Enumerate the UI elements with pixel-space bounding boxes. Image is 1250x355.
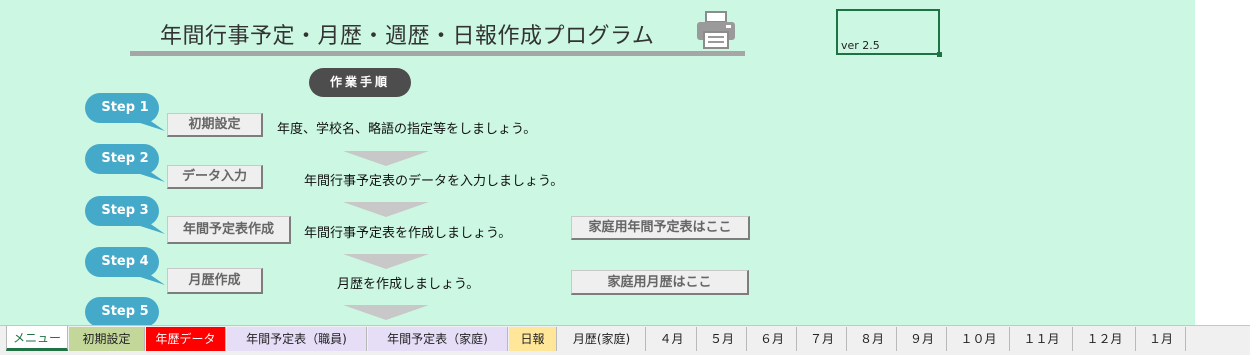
tab-november[interactable]: １１月 — [1011, 327, 1073, 351]
tab-menu[interactable]: メニュー — [6, 326, 68, 351]
step-3-description: 年間行事予定表を作成しましょう。 — [304, 226, 512, 241]
create-annual-schedule-button[interactable]: 年間予定表作成 — [167, 216, 291, 244]
page-title: 年間行事予定・月歴・週歴・日報作成プログラム — [160, 24, 655, 49]
step-1-label: Step 1 — [101, 100, 149, 115]
step-2-bubble: Step 2 — [85, 144, 165, 182]
sheet-tab-bar: メニュー 初期設定 年歴データ 年間予定表（職員) 年間予定表（家庭) 日報 月… — [0, 325, 1250, 355]
step-2-description: 年間行事予定表のデータを入力しましょう。 — [304, 174, 564, 189]
tab-initial-settings[interactable]: 初期設定 — [69, 327, 145, 351]
cell-fill-handle[interactable] — [937, 52, 942, 57]
home-monthly-calendar-button[interactable]: 家庭用月歴はここ — [571, 270, 749, 295]
initial-settings-button[interactable]: 初期設定 — [167, 113, 263, 137]
title-underline — [130, 51, 745, 56]
tab-july[interactable]: ７月 — [798, 327, 847, 351]
tab-december[interactable]: １２月 — [1074, 327, 1136, 351]
create-monthly-calendar-button[interactable]: 月歴作成 — [167, 268, 263, 294]
tab-annual-schedule-staff[interactable]: 年間予定表（職員) — [227, 327, 367, 351]
step-3-bubble: Step 3 — [85, 196, 165, 234]
home-annual-schedule-button[interactable]: 家庭用年間予定表はここ — [571, 216, 750, 240]
step-5-label: Step 5 — [101, 304, 149, 319]
tab-january[interactable]: １月 — [1137, 327, 1186, 351]
printer-icon[interactable] — [693, 10, 739, 50]
step-3-label: Step 3 — [101, 203, 149, 218]
tab-monthly-home[interactable]: 月歴(家庭) — [558, 327, 646, 351]
tab-april[interactable]: ４月 — [647, 327, 697, 351]
step-5-bubble: Step 5 — [85, 297, 165, 325]
procedure-heading: 作業手順 — [309, 68, 411, 97]
version-label: ver 2.5 — [841, 39, 880, 52]
tab-june[interactable]: ６月 — [748, 327, 797, 351]
step-arrow-1 — [343, 151, 429, 166]
tab-may[interactable]: ５月 — [698, 327, 747, 351]
step-arrow-2 — [343, 202, 429, 217]
tab-august[interactable]: ８月 — [848, 327, 897, 351]
tab-daily-report[interactable]: 日報 — [509, 327, 557, 351]
step-4-bubble: Step 4 — [85, 247, 165, 285]
menu-sheet: 年間行事予定・月歴・週歴・日報作成プログラム ver 2.5 作業手順 Step… — [0, 0, 1195, 325]
step-1-description: 年度、学校名、略語の指定等をしましょう。 — [277, 122, 537, 137]
tab-september[interactable]: ９月 — [898, 327, 947, 351]
tab-annual-schedule-home[interactable]: 年間予定表（家庭) — [368, 327, 508, 351]
step-1-bubble: Step 1 — [85, 93, 165, 131]
step-4-label: Step 4 — [101, 254, 149, 269]
step-arrow-4 — [343, 305, 429, 320]
step-4-description: 月歴を作成しましょう。 — [337, 277, 480, 292]
version-cell[interactable]: ver 2.5 — [836, 9, 942, 57]
data-entry-button[interactable]: データ入力 — [167, 165, 263, 189]
tab-october[interactable]: １０月 — [948, 327, 1010, 351]
tab-annual-data[interactable]: 年歴データ — [146, 327, 226, 351]
step-2-label: Step 2 — [101, 151, 149, 166]
step-arrow-3 — [343, 254, 429, 269]
